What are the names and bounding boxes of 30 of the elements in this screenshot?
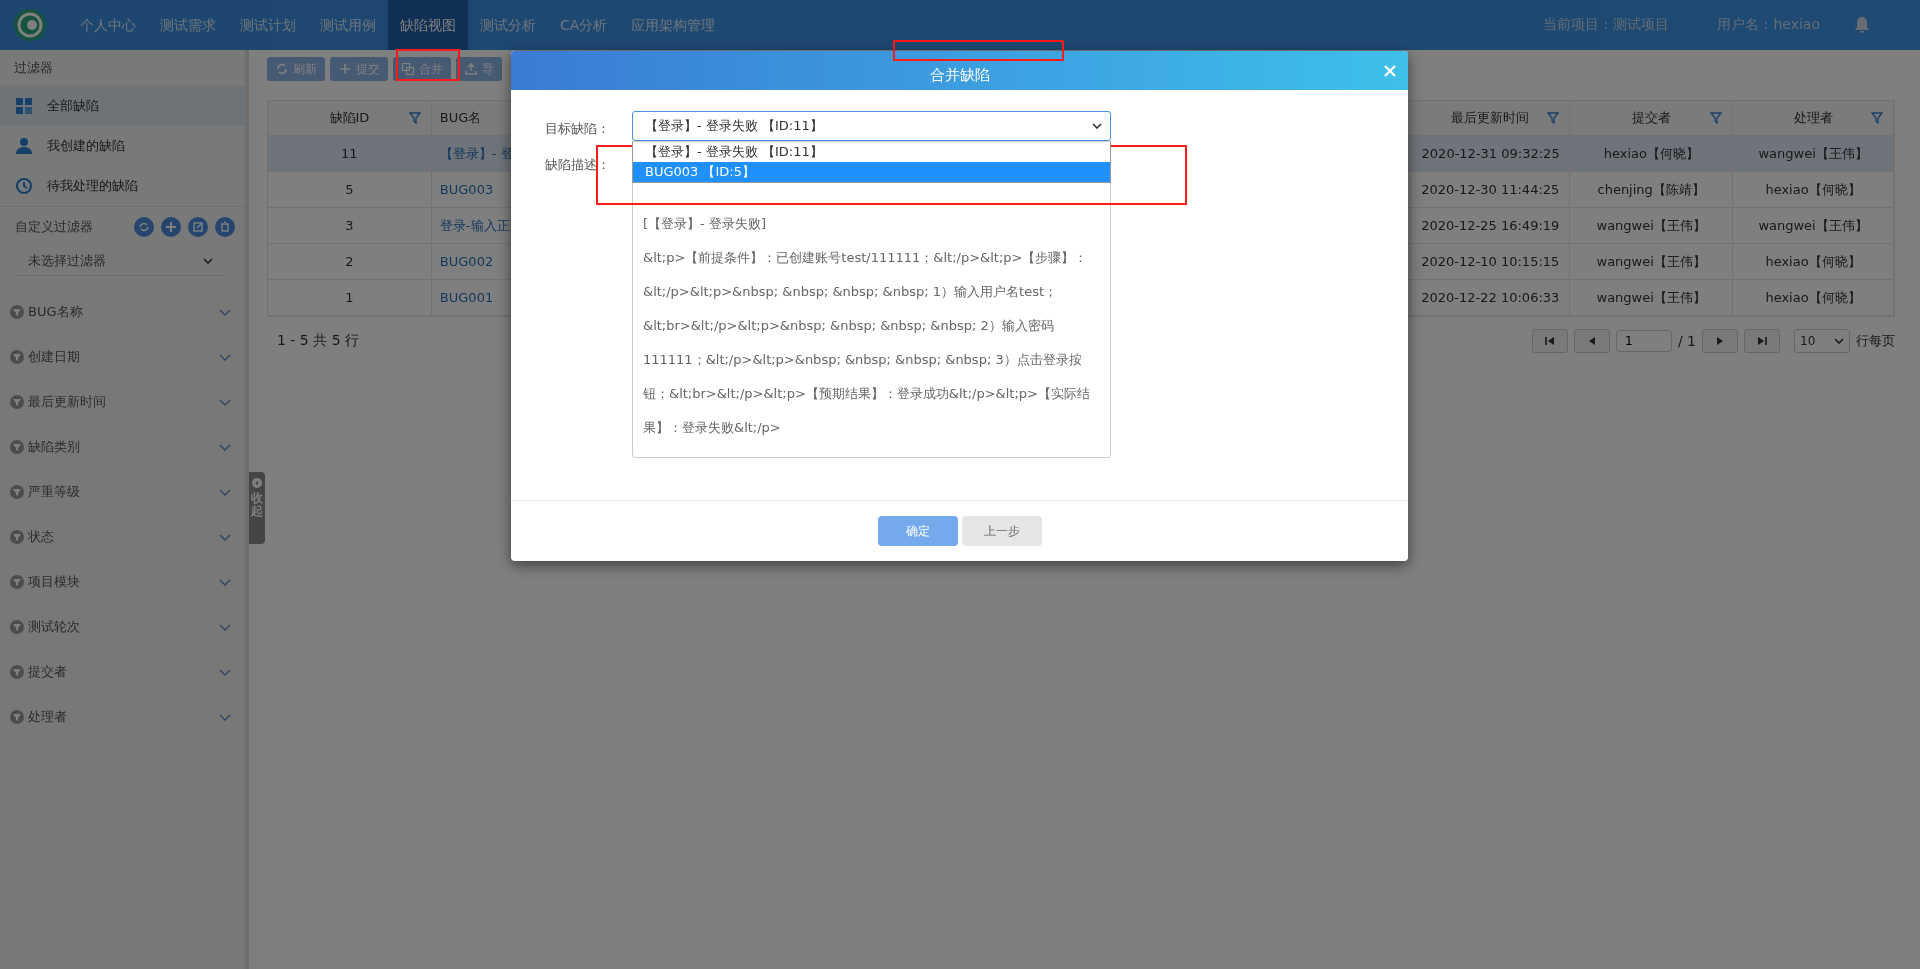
- per-page-label: 行每页: [1856, 332, 1895, 350]
- table-cell: 3: [268, 208, 432, 243]
- table-cell: wangwei【王伟】: [1570, 244, 1734, 279]
- table-cell: wangwei【王伟】: [1733, 208, 1894, 243]
- table-cell: 2020-12-10 10:15:15: [1411, 244, 1571, 279]
- table-cell: 2020-12-25 16:49:19: [1411, 208, 1571, 243]
- username-text: 用户名：hexiao: [1717, 16, 1820, 34]
- table-cell: 2: [268, 244, 432, 279]
- table-cell: 2020-12-22 10:06:33: [1411, 280, 1571, 315]
- description-label: 缺陷描述：: [545, 156, 611, 174]
- table-cell: wangwei【王伟】: [1570, 280, 1734, 315]
- table-cell: wangwei【王伟】: [1733, 136, 1894, 171]
- table-cell: 1: [268, 280, 432, 315]
- custom-filter-label: 自定义过滤器: [15, 218, 93, 236]
- dialog-title: 合并缺陷: [929, 66, 990, 85]
- row-count-text: 1 - 5 共 5 行: [277, 332, 360, 350]
- target-label: 目标缺陷：: [545, 120, 611, 138]
- table-cell: 2020-12-30 11:44:25: [1411, 172, 1571, 207]
- sidebar-title: 过滤器: [13, 59, 54, 77]
- table-cell: 2020-12-31 09:32:25: [1411, 136, 1571, 171]
- current-project-text: 当前项目：测试项目: [1543, 16, 1670, 34]
- table-cell: hexiao【何晓】: [1570, 136, 1734, 171]
- table-cell: chenjing【陈靖】: [1570, 172, 1734, 207]
- table-cell: 5: [268, 172, 432, 207]
- table-cell: hexiao【何晓】: [1733, 280, 1894, 315]
- table-cell: hexiao【何晓】: [1733, 244, 1894, 279]
- table-cell: 11: [268, 136, 432, 171]
- table-cell: hexiao【何晓】: [1733, 172, 1894, 207]
- table-cell: wangwei【王伟】: [1570, 208, 1734, 243]
- page-total-text: / 1: [1677, 333, 1696, 349]
